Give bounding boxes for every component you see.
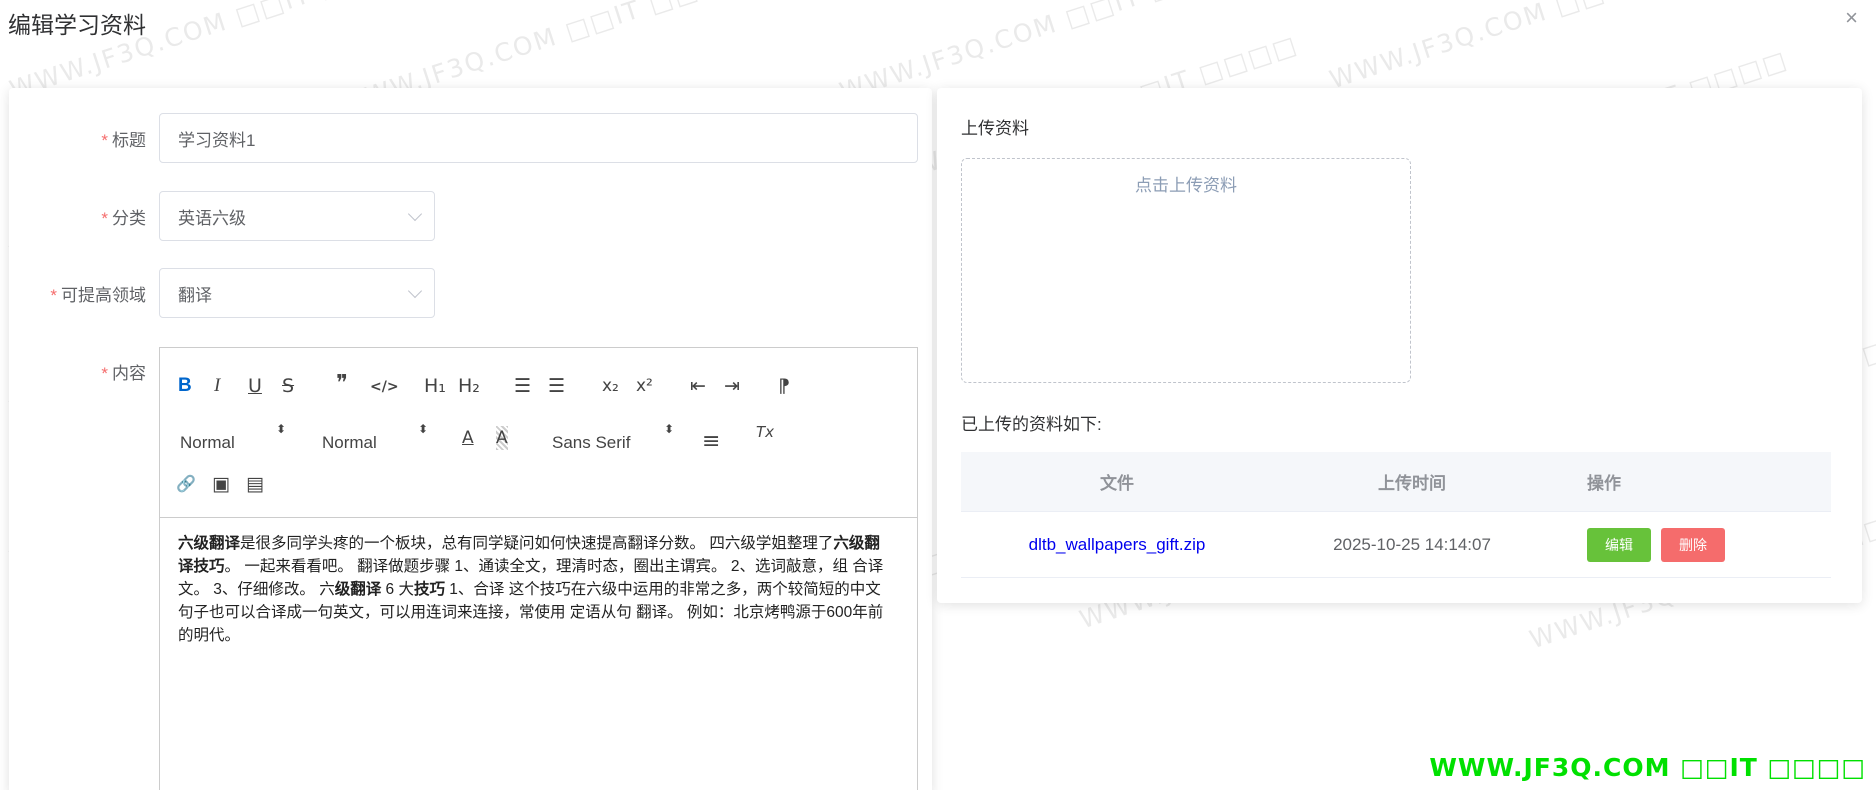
chevron-down-icon (407, 206, 423, 222)
area-select[interactable]: 翻译 (159, 268, 435, 318)
table-header: 文件 上传时间 操作 (961, 452, 1831, 512)
link-icon[interactable]: 🔗 (176, 472, 196, 496)
title-input[interactable]: 学习资料1 (159, 113, 918, 163)
text-color-icon[interactable]: A (462, 426, 474, 450)
strike-button[interactable]: S (282, 374, 294, 398)
rich-text-editor: B I U S ❞ </> H₁ H₂ ☰ ☰ x₂ x² ⇤ ⇥ ⁋ Norm… (159, 347, 918, 790)
size-picker[interactable]: Normal ⬍ (180, 423, 286, 453)
upload-dropzone[interactable]: 点击上传资料 (961, 158, 1411, 383)
table-row: dltb_wallpapers_gift.zip 2025-10-25 14:1… (961, 512, 1831, 578)
align-icon[interactable]: ≡ (702, 430, 720, 454)
ordered-list-icon[interactable]: ☰ (514, 374, 531, 398)
text-direction-icon[interactable]: ⁋ (778, 374, 790, 398)
upload-time: 2025-10-25 14:14:07 (1333, 534, 1491, 554)
font-picker[interactable]: Sans Serif ⬍ (552, 423, 674, 453)
bold-button[interactable]: B (178, 374, 192, 398)
form-card: * 标题 学习资料1 * 分类 英语六级 * 可提高领域 翻译 * 内容 B I U S… (9, 88, 932, 790)
image-icon[interactable]: ▣ (212, 472, 230, 496)
superscript-button[interactable]: x² (636, 374, 653, 398)
bullet-list-icon[interactable]: ☰ (548, 374, 565, 398)
header-picker[interactable]: Normal ⬍ (322, 423, 428, 453)
watermark-green: WWW.JF3Q.COM □□IT □□□□ (1429, 753, 1866, 782)
indent-icon[interactable]: ⇥ (724, 374, 740, 398)
watermark-text: WWW.JF3Q.COM □□IT □□□□ (1325, 0, 1742, 95)
chevron-down-icon (407, 283, 423, 299)
column-header-ops: 操作 (1587, 474, 1621, 493)
blockquote-button[interactable]: ❞ (336, 372, 348, 396)
area-label: * 可提高领域 (50, 286, 146, 305)
column-header-time: 上传时间 (1378, 474, 1446, 493)
video-icon[interactable]: ▤ (246, 472, 264, 496)
editor-content[interactable]: 六级翻译是很多同学头疼的一个板块，总有同学疑问如何快速提高翻译分数。 四六级学姐… (178, 532, 893, 647)
title-label: * 标题 (101, 131, 146, 150)
outdent-icon[interactable]: ⇤ (690, 374, 706, 398)
underline-button[interactable]: U (248, 374, 262, 398)
header-2-button[interactable]: H₂ (458, 374, 480, 398)
picker-arrows-icon: ⬍ (418, 422, 429, 436)
edit-button[interactable]: 编辑 (1587, 527, 1651, 562)
uploaded-files-table: 文件 上传时间 操作 dltb_wallpapers_gift.zip 2025… (961, 452, 1831, 578)
category-label: * 分类 (101, 209, 146, 228)
upload-section-title: 上传资料 (961, 119, 1029, 138)
upload-hint: 点击上传资料 (1135, 176, 1237, 195)
picker-arrows-icon: ⬍ (664, 422, 675, 436)
subscript-button[interactable]: x₂ (602, 374, 619, 398)
italic-button[interactable]: I (214, 374, 220, 398)
picker-arrows-icon: ⬍ (276, 422, 287, 436)
uploaded-list-title: 已上传的资料如下: (961, 415, 1102, 434)
dialog-title: 编辑学习资料 (8, 12, 146, 38)
code-block-button[interactable]: </> (370, 375, 399, 399)
column-header-file: 文件 (1100, 474, 1134, 493)
close-icon[interactable]: × (1845, 6, 1858, 30)
dialog: WWW.JF3Q.COM □□IT □□□□ WWW.JF3Q.COM □□IT… (0, 0, 1876, 790)
category-select[interactable]: 英语六级 (159, 191, 435, 241)
content-label: * 内容 (101, 364, 146, 383)
file-link[interactable]: dltb_wallpapers_gift.zip (1029, 535, 1206, 554)
background-color-icon[interactable]: A (496, 426, 508, 450)
editor-toolbar: B I U S ❞ </> H₁ H₂ ☰ ☰ x₂ x² ⇤ ⇥ ⁋ Norm… (160, 348, 917, 518)
header-1-button[interactable]: H₁ (424, 374, 446, 398)
delete-button[interactable]: 删除 (1661, 527, 1725, 562)
clean-format-icon[interactable]: Tx (756, 420, 774, 444)
